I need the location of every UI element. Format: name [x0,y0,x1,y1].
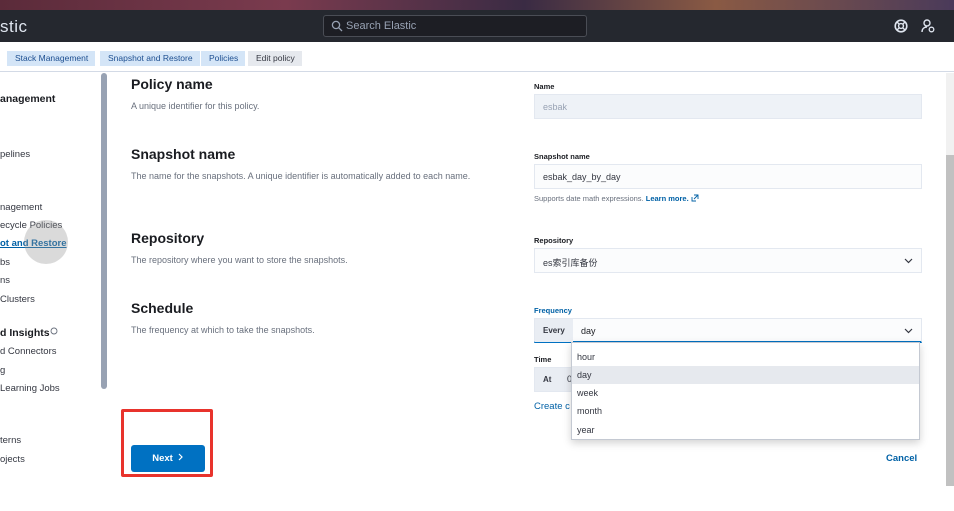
sidebar-item-ns[interactable]: ns [0,275,10,286]
frequency-option-day[interactable]: day [572,366,919,384]
frequency-value: day [581,326,596,336]
sidebar-scrollbar[interactable] [101,73,107,389]
chevron-right-icon [178,453,183,461]
schedule-title: Schedule [131,300,194,316]
snapshot-name-help-text: Supports date math expressions. [534,194,644,203]
snapshot-name-label: Snapshot name [534,152,590,161]
every-prepend: Every [535,319,573,342]
breadcrumb-policies[interactable]: Policies [201,51,246,66]
snapshot-name-description: The name for the snapshots. A unique ide… [131,171,471,181]
policy-name-field: esbak [534,94,922,119]
search-input[interactable]: Search Elastic [323,15,587,37]
frequency-option-week[interactable]: week [572,384,919,402]
chevron-down-icon [904,328,913,334]
next-button[interactable]: Next [131,445,205,472]
breadcrumb: Stack Management Snapshot and Restore Po… [0,42,954,72]
policy-name-title: Policy name [131,76,213,92]
chevron-down-icon [904,258,913,264]
brand-logo-text[interactable]: stic [0,17,28,37]
frequency-option-month[interactable]: month [572,402,919,420]
frequency-select[interactable]: Every day [534,318,922,343]
sidebar-item-objects[interactable]: ojects [0,454,25,465]
frequency-label: Frequency [534,306,572,315]
frequency-dropdown-list: hour day week month year [571,342,920,440]
info-icon [50,327,58,335]
sidebar-item-learning-jobs[interactable]: Learning Jobs [0,383,60,394]
sidebar-heading-management: anagement [0,93,56,105]
repository-select[interactable]: es索引库备份 [534,248,922,273]
time-label: Time [534,355,552,364]
repository-title: Repository [131,230,205,246]
snapshot-name-input[interactable]: esbak_day_by_day [534,164,922,189]
sidebar-item-management[interactable]: nagement [0,202,42,213]
sidebar-item-connectors[interactable]: d Connectors [0,346,57,357]
schedule-description: The frequency at which to take the snaps… [131,325,315,335]
sidebar-heading-insights: d Insights [0,327,50,339]
user-settings-icon[interactable] [920,18,936,34]
frequency-option-hour[interactable]: hour [572,348,919,366]
search-icon [331,20,343,32]
sidebar-item-clusters[interactable]: Clusters [0,294,35,305]
cursor-highlight [24,220,68,264]
sidebar-item-pipelines[interactable]: pelines [0,149,30,160]
policy-name-value: esbak [543,102,568,112]
breadcrumb-snapshot-and-restore[interactable]: Snapshot and Restore [100,51,200,66]
help-icon[interactable] [894,19,908,33]
sidebar-item-jobs[interactable]: bs [0,257,10,268]
name-label: Name [534,82,555,91]
cancel-button[interactable]: Cancel [886,453,917,464]
sidebar-item-patterns[interactable]: terns [0,435,21,446]
snapshot-name-help: Supports date math expressions. Learn mo… [534,194,699,203]
snapshot-name-value: esbak_day_by_day [543,172,621,182]
repository-label: Repository [534,236,574,245]
page-bottom-area [0,486,954,511]
side-navigation: anagement pelines nagement ecycle Polici… [0,73,107,486]
frequency-option-year[interactable]: year [572,421,919,439]
learn-more-link[interactable]: Learn more. [646,194,689,203]
page-scrollbar-thumb[interactable] [946,155,954,486]
snapshot-name-title: Snapshot name [131,146,236,162]
search-placeholder: Search Elastic [346,20,417,32]
create-cron-link[interactable]: Create c [534,401,570,412]
breadcrumb-stack-management[interactable]: Stack Management [7,51,96,66]
next-button-label: Next [152,453,173,464]
breadcrumb-edit-policy: Edit policy [248,51,302,66]
browser-tab-strip [0,0,954,10]
repository-value: es索引库备份 [543,258,598,268]
external-link-icon [691,194,699,202]
top-header: stic Search Elastic [0,10,954,42]
policy-name-description: A unique identifier for this policy. [131,101,260,111]
repository-description: The repository where you want to store t… [131,255,348,265]
sidebar-item-g[interactable]: g [0,365,5,376]
